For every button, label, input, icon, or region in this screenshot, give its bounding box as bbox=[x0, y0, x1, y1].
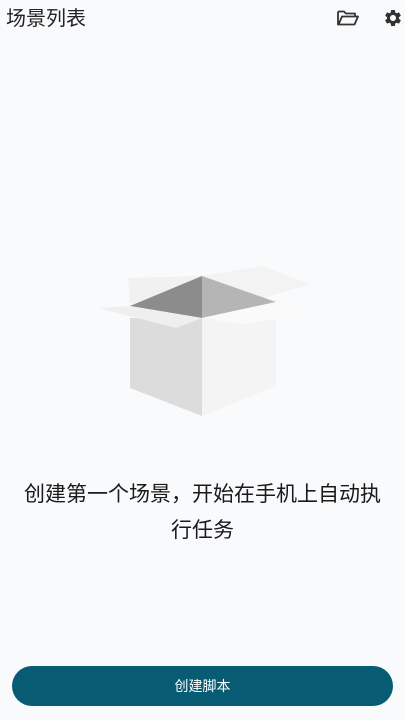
empty-box-icon bbox=[98, 266, 312, 416]
open-folder-button[interactable] bbox=[335, 5, 361, 31]
gear-icon bbox=[385, 10, 401, 26]
empty-state-message: 创建第一个场景，开始在手机上自动执 行任务 bbox=[0, 476, 405, 548]
empty-state-message-line1: 创建第一个场景，开始在手机上自动执 bbox=[24, 482, 381, 506]
folder-open-icon bbox=[337, 10, 359, 26]
create-script-button[interactable]: 创建脚本 bbox=[12, 666, 393, 706]
box-front-right bbox=[202, 312, 276, 416]
page-title: 场景列表 bbox=[6, 6, 86, 30]
app-header: 场景列表 bbox=[0, 0, 405, 36]
empty-state-message-line2: 行任务 bbox=[171, 518, 234, 542]
settings-button[interactable] bbox=[380, 5, 405, 31]
box-front-left bbox=[130, 318, 202, 416]
